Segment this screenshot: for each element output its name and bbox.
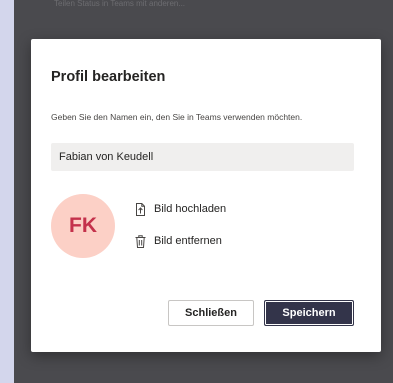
save-button[interactable]: Speichern (264, 300, 354, 326)
remove-image-button[interactable]: Bild entfernen (135, 232, 222, 250)
dialog-title: Profil bearbeiten (51, 69, 166, 85)
remove-image-label: Bild entfernen (154, 235, 222, 247)
upload-image-label: Bild hochladen (154, 203, 227, 215)
upload-image-icon (135, 202, 146, 216)
upload-image-button[interactable]: Bild hochladen (135, 200, 226, 218)
avatar: FK (51, 194, 115, 258)
backdrop-text: Teilen Status in Teams mit anderen... (54, 0, 186, 8)
edit-profile-dialog: Profil bearbeiten Geben Sie den Namen ei… (31, 39, 381, 352)
avatar-initials: FK (69, 214, 97, 237)
display-name-field[interactable] (51, 143, 354, 171)
trash-icon (135, 234, 146, 248)
close-button[interactable]: Schließen (168, 300, 254, 326)
dialog-description: Geben Sie den Namen ein, den Sie in Team… (51, 112, 303, 122)
